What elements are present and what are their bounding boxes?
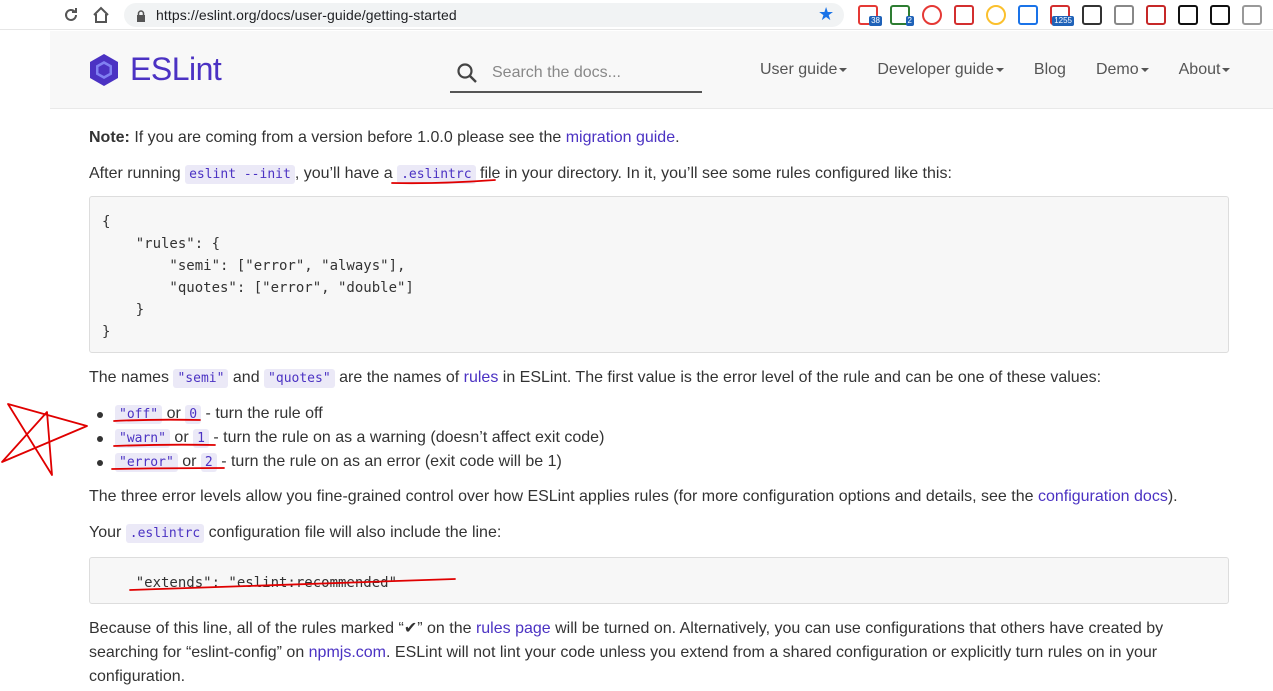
- binary-icon[interactable]: [1178, 5, 1198, 25]
- code-quotes: "quotes": [264, 369, 335, 388]
- code-off: "off": [115, 405, 163, 424]
- site-header: ESLint User guide Developer guide Blog D…: [50, 31, 1273, 109]
- extension-badge: 38: [869, 16, 882, 26]
- search-box[interactable]: [450, 55, 702, 93]
- extension-badge: 2: [905, 16, 914, 26]
- qr-icon[interactable]: [1210, 5, 1230, 25]
- nav-demo[interactable]: Demo: [1096, 61, 1149, 79]
- lock-icon: [136, 9, 146, 22]
- search-icon: [457, 63, 477, 83]
- calendar-icon[interactable]: 38: [858, 5, 882, 26]
- caret-down-icon: [995, 67, 1004, 72]
- error-levels-paragraph: The three error levels allow you fine-gr…: [89, 488, 1178, 505]
- gmail-icon[interactable]: 1255: [1050, 5, 1074, 26]
- home-icon[interactable]: [86, 0, 116, 30]
- caret-down-icon: [1140, 67, 1149, 72]
- main-nav: User guide Developer guide Blog Demo Abo…: [760, 61, 1260, 79]
- rules-code-block: { "rules": { "semi": ["error", "always"]…: [89, 196, 1229, 353]
- your-eslintrc-paragraph: Your .eslintrc configuration file will a…: [89, 524, 502, 543]
- list-item: "off" or 0 - turn the rule off: [89, 402, 604, 426]
- eslint-logo[interactable]: ESLint: [86, 51, 222, 88]
- nav-about[interactable]: About: [1179, 61, 1231, 79]
- because-paragraph: Because of this line, all of the rules m…: [89, 620, 1164, 685]
- translate-icon[interactable]: [1018, 5, 1038, 25]
- reload-icon[interactable]: [56, 0, 86, 30]
- code-warn: "warn": [115, 429, 170, 448]
- nav-user-guide[interactable]: User guide: [760, 61, 848, 79]
- url-text: https://eslint.org/docs/user-guide/getti…: [156, 7, 457, 23]
- extends-code-text: "extends": "eslint:recommended": [135, 575, 398, 591]
- npmjs-link[interactable]: npmjs.com: [309, 644, 386, 661]
- chrome-icon[interactable]: [986, 5, 1006, 25]
- code-eslint-init: eslint --init: [185, 165, 295, 184]
- camera-icon[interactable]: [1114, 5, 1134, 25]
- code-2: 2: [200, 453, 217, 472]
- address-bar[interactable]: https://eslint.org/docs/user-guide/getti…: [124, 3, 844, 27]
- ruby-icon[interactable]: [1146, 5, 1166, 25]
- abp-icon[interactable]: [954, 5, 974, 25]
- nav-blog[interactable]: Blog: [1034, 61, 1066, 79]
- code-0: 0: [185, 405, 202, 424]
- bookmark-star-icon[interactable]: ★: [818, 4, 834, 25]
- browser-toolbar: https://eslint.org/docs/user-guide/getti…: [0, 0, 1273, 30]
- error-levels-list: "off" or 0 - turn the rule off "warn" or…: [89, 402, 604, 474]
- logo-text: ESLint: [130, 51, 222, 87]
- star-annotation: [1, 403, 88, 476]
- code-semi: "semi": [173, 369, 229, 388]
- migration-guide-link[interactable]: migration guide: [566, 129, 675, 146]
- caret-down-icon: [839, 67, 848, 72]
- list-item: "warn" or 1 - turn the rule on as a warn…: [89, 426, 604, 450]
- note-paragraph: Note: If you are coming from a version b…: [89, 129, 680, 146]
- code-error: "error": [115, 453, 178, 472]
- rule-names-paragraph: The names "semi" and "quotes" are the na…: [89, 369, 1102, 388]
- after-running-paragraph: After running eslint --init, you’ll have…: [89, 165, 952, 184]
- code-1: 1: [193, 429, 209, 448]
- configuration-docs-link[interactable]: configuration docs: [1038, 488, 1168, 505]
- caret-down-icon: [1222, 67, 1231, 72]
- rules-link[interactable]: rules: [464, 369, 499, 386]
- search-input[interactable]: [492, 64, 692, 82]
- checkmark-icon: ✔: [403, 620, 418, 637]
- ghost-icon[interactable]: 2: [890, 5, 914, 26]
- eslint-logo-icon: [90, 53, 118, 86]
- adblock-icon[interactable]: [922, 5, 942, 25]
- extension-badge: 1255: [1052, 16, 1074, 26]
- extensions-bar: 38 2 1255: [858, 4, 1273, 26]
- nav-developer-guide[interactable]: Developer guide: [877, 61, 1004, 79]
- code-eslintrc: .eslintrc: [397, 165, 476, 184]
- extends-code-block: "extends": "eslint:recommended": [89, 557, 1229, 604]
- json-icon[interactable]: [1082, 5, 1102, 25]
- list-item: "error" or 2 - turn the rule on as an er…: [89, 450, 604, 474]
- rules-page-link[interactable]: rules page: [476, 620, 551, 637]
- code-eslintrc-2: .eslintrc: [125, 524, 205, 543]
- menu-icon[interactable]: [1242, 5, 1262, 25]
